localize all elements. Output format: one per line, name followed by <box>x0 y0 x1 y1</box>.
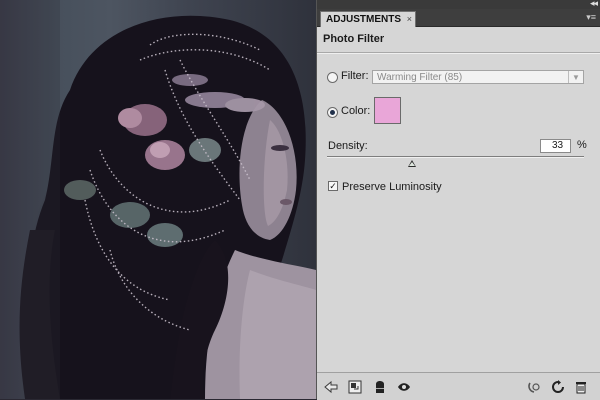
density-input[interactable]: 33 <box>540 139 571 153</box>
visibility-mask-icon[interactable] <box>373 380 387 394</box>
filter-label: Filter: <box>341 70 369 82</box>
tab-adjustments[interactable]: ADJUSTMENTS × <box>320 11 417 27</box>
heading-divider <box>317 52 600 54</box>
panel-bottom-toolbar <box>317 372 600 400</box>
collapse-panel-icon[interactable]: ◂◂ <box>590 0 598 9</box>
adjustments-panel: ◂◂ ADJUSTMENTS × ▾≡ Photo Filter Filter:… <box>316 0 600 400</box>
color-radio[interactable] <box>327 107 338 118</box>
panel-heading: Photo Filter <box>323 33 385 45</box>
density-slider-thumb[interactable] <box>407 160 416 167</box>
panel-tab-row: ADJUSTMENTS × ▾≡ <box>317 9 600 27</box>
preserve-luminosity-checkbox[interactable]: ✓ <box>328 181 338 191</box>
portrait-photo <box>0 0 316 399</box>
document-canvas[interactable] <box>0 0 316 399</box>
tab-adjustments-label: ADJUSTMENTS <box>326 14 402 25</box>
close-tab-icon[interactable]: × <box>407 12 412 27</box>
reset-icon[interactable] <box>551 380 565 394</box>
density-slider-track[interactable] <box>327 156 584 158</box>
clip-to-layer-icon[interactable] <box>348 380 362 394</box>
preserve-luminosity-label: Preserve Luminosity <box>342 181 442 193</box>
color-label: Color: <box>341 105 371 117</box>
view-previous-icon[interactable] <box>527 380 541 394</box>
density-unit: % <box>577 139 587 151</box>
panel-title-bar[interactable]: ◂◂ <box>317 0 600 9</box>
filter-select[interactable]: Warming Filter (85) ▼ <box>372 70 584 84</box>
color-swatch[interactable] <box>374 97 401 124</box>
density-label: Density: <box>328 140 368 152</box>
filter-select-value: Warming Filter (85) <box>377 72 463 83</box>
delete-icon[interactable] <box>574 380 588 394</box>
chevron-down-icon[interactable]: ▼ <box>568 71 583 83</box>
eye-icon[interactable] <box>397 380 411 394</box>
filter-radio[interactable] <box>327 72 338 83</box>
panel-menu-icon[interactable]: ▾≡ <box>586 12 596 23</box>
back-arrow-icon[interactable] <box>324 380 338 394</box>
